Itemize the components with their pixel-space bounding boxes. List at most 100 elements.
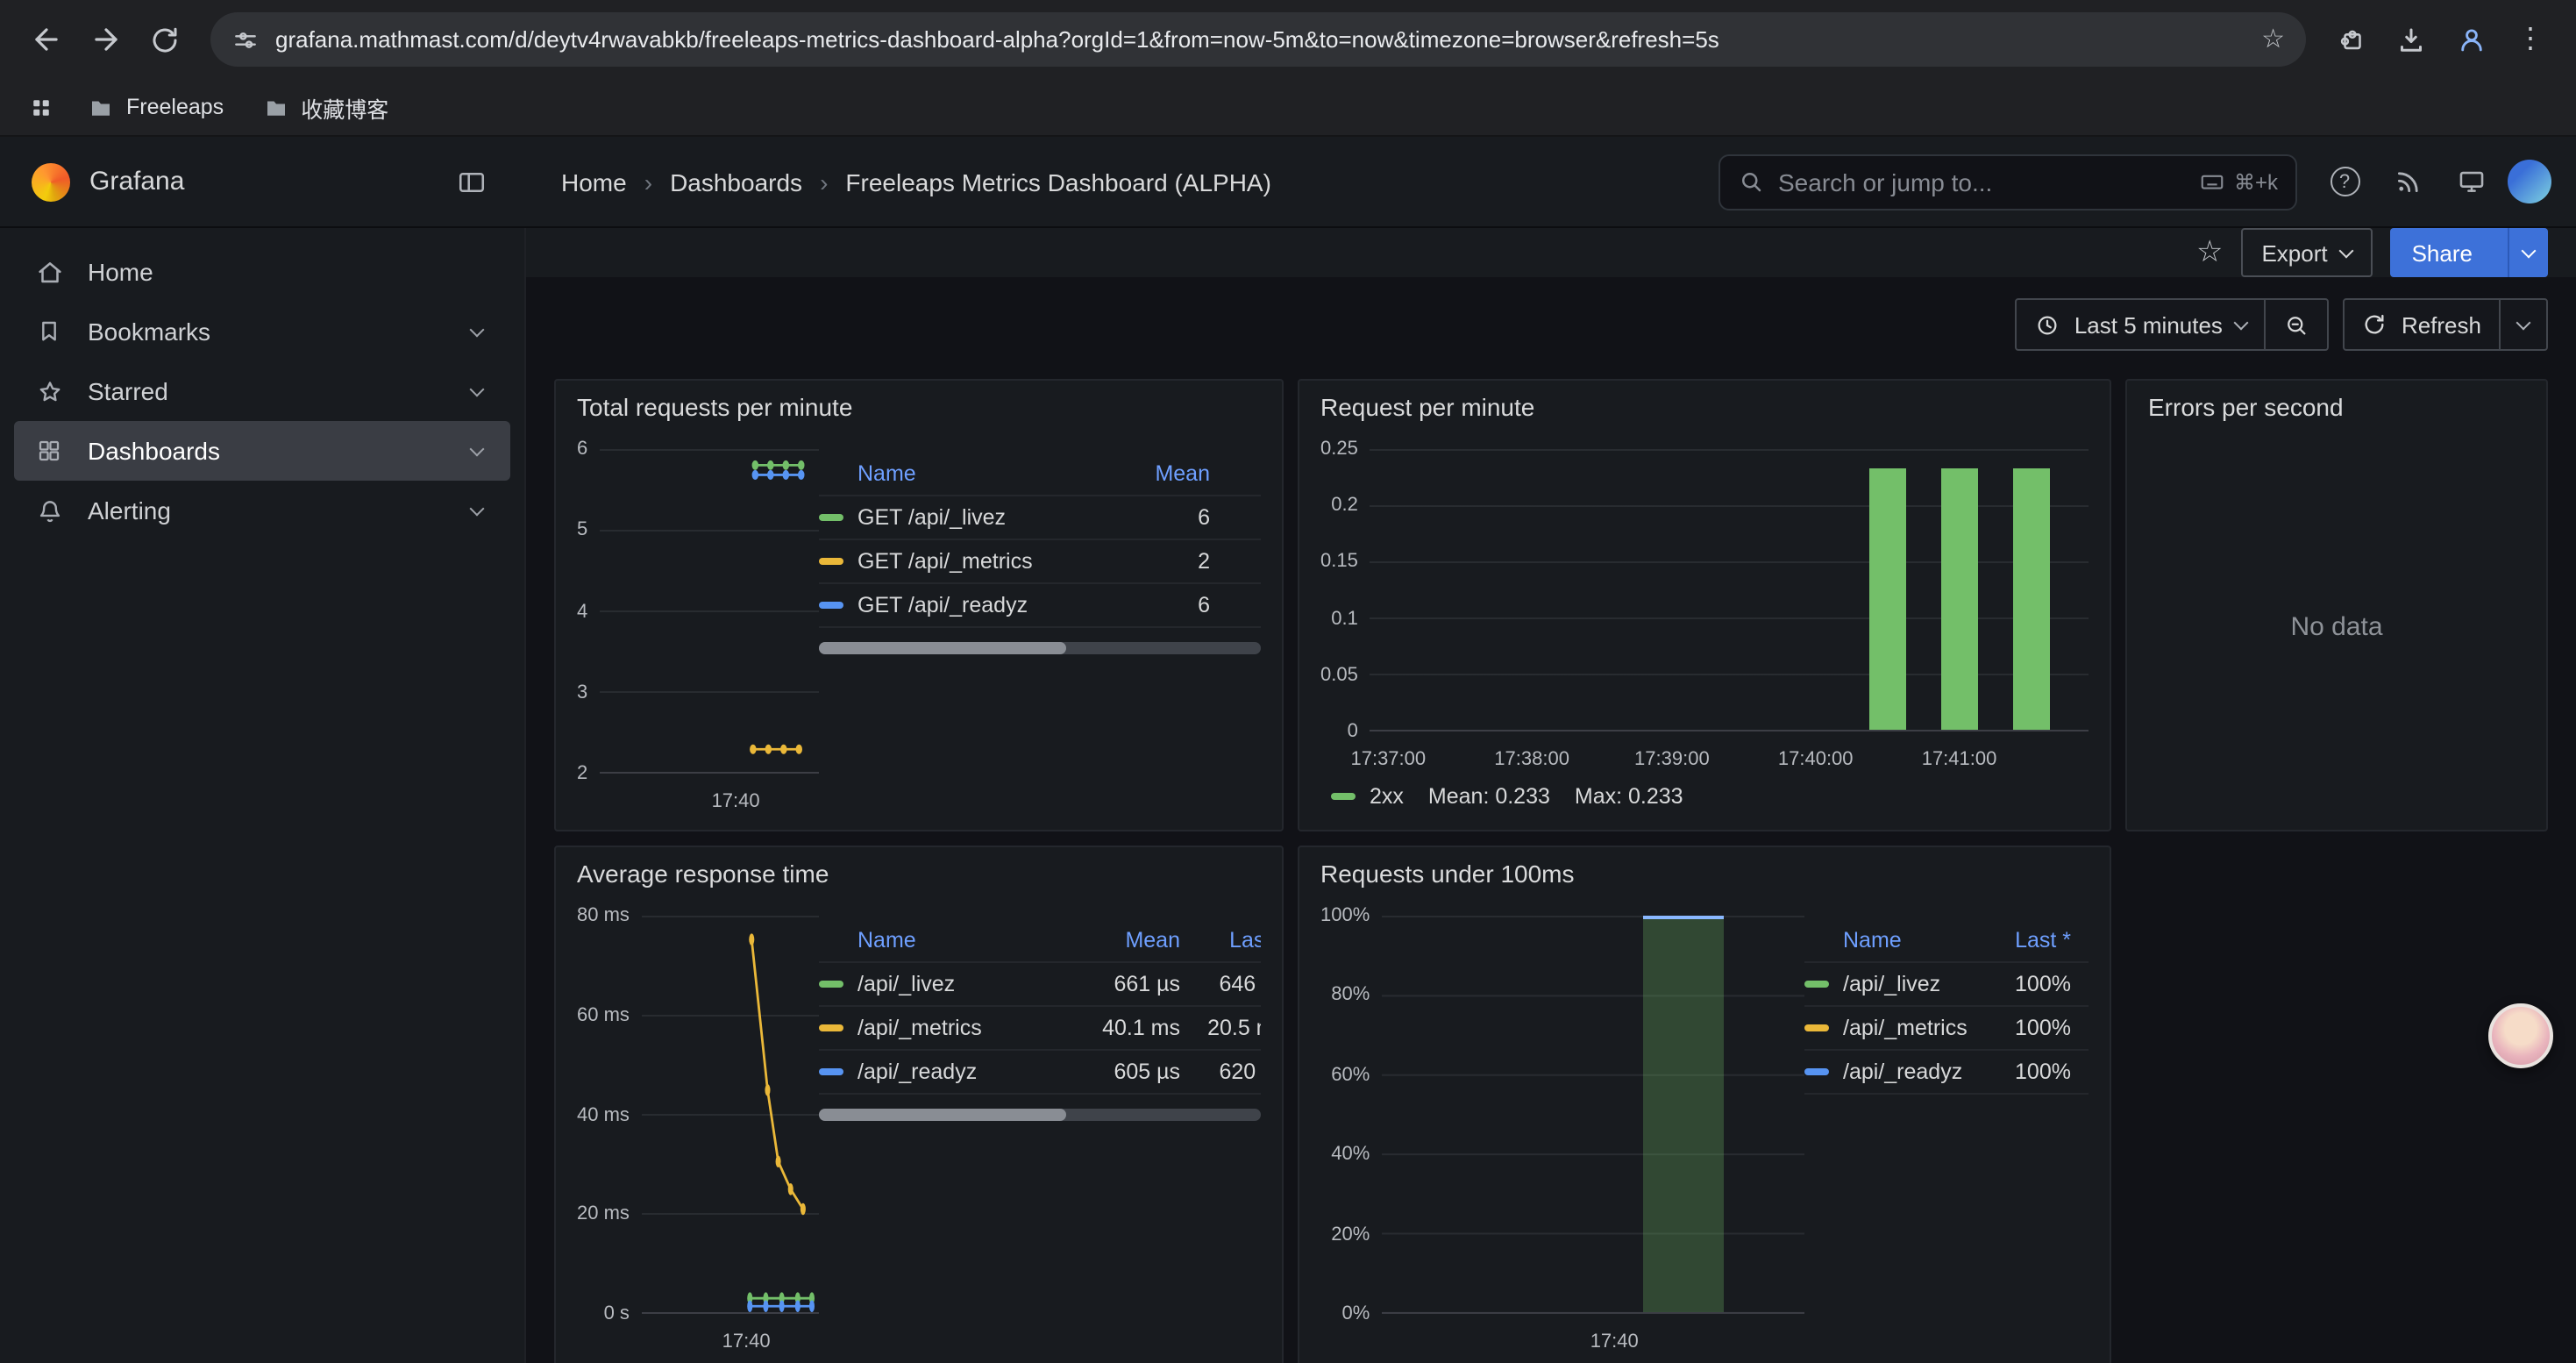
breadcrumb: Home › Dashboards › Freeleaps Metrics Da… — [561, 168, 1271, 196]
y-axis: 80 ms60 ms40 ms20 ms0 s — [577, 902, 630, 1324]
bar[interactable] — [1940, 468, 1978, 730]
legend-header-name[interactable]: Name — [819, 461, 1126, 486]
legend-header-mean[interactable]: Mean — [1082, 928, 1180, 953]
legend-header-mean[interactable]: Mean — [1126, 461, 1210, 486]
panel-title[interactable]: Requests under 100ms — [1299, 847, 2110, 891]
scrollbar-thumb[interactable] — [819, 642, 1066, 654]
panel-title[interactable]: Total requests per minute — [556, 381, 1282, 425]
y-axis: 65432 — [577, 435, 587, 784]
search-shortcut: ⌘+k — [2199, 168, 2278, 195]
chart-total-requests: 65432 17:40 — [577, 435, 819, 812]
reload-icon — [149, 24, 181, 55]
apps-grid-icon[interactable] — [18, 84, 63, 130]
sidebar-item-alerting[interactable]: Alerting — [14, 481, 510, 540]
chevron-down-icon[interactable] — [470, 501, 485, 516]
downloads-icon[interactable] — [2383, 11, 2439, 68]
topbar-brand-section: Grafana — [0, 155, 526, 208]
time-range-picker[interactable]: Last 5 minutes — [2017, 300, 2265, 349]
export-label: Export — [2261, 239, 2327, 266]
plot-area[interactable] — [600, 435, 819, 784]
rss-icon — [2393, 167, 2423, 196]
legend-row: /api/_metrics 100% — [1804, 1007, 2089, 1051]
dashboard-toolbar: ☆ Export Share — [526, 228, 2576, 277]
breadcrumb-separator-icon: › — [820, 168, 828, 196]
bookmark-item-freeleaps[interactable]: Freeleaps — [74, 87, 238, 127]
extensions-icon[interactable] — [2323, 11, 2380, 68]
legend: 2xx Mean: 0.233 Max: 0.233 — [1320, 770, 2089, 812]
search-input[interactable]: Search or jump to... ⌘+k — [1719, 153, 2297, 210]
bar[interactable] — [1644, 916, 1725, 1312]
panel-errors-per-second: Errors per second No data — [2125, 379, 2548, 831]
back-button[interactable] — [18, 11, 74, 68]
mega-menu-toggle[interactable] — [445, 155, 498, 208]
share-label[interactable]: Share — [2391, 228, 2494, 277]
breadcrumb-dashboards[interactable]: Dashboards — [670, 168, 802, 196]
reload-button[interactable] — [137, 11, 193, 68]
plot-area[interactable] — [642, 902, 819, 1324]
refresh-interval-picker[interactable] — [2499, 300, 2546, 349]
bookmarks-bar: Freeleaps 收藏博客 — [0, 79, 2576, 137]
favorite-star-button[interactable]: ☆ — [2196, 235, 2224, 270]
chevron-down-icon[interactable] — [470, 441, 485, 456]
panel-row-1: Total requests per minute 65432 17:40 — [554, 379, 2548, 831]
legend-scrollbar[interactable] — [819, 642, 1261, 654]
sidebar-item-bookmarks[interactable]: Bookmarks — [14, 302, 510, 361]
panel-grid: Total requests per minute 65432 17:40 — [526, 351, 2576, 1363]
site-info-icon[interactable] — [231, 25, 260, 54]
series-color-dash — [819, 1068, 843, 1075]
panel-title[interactable]: Request per minute — [1299, 381, 2110, 425]
omnibox[interactable]: grafana.mathmast.com/d/deytv4rwavabkb/fr… — [210, 12, 2306, 67]
grafana-topbar: Grafana Home › Dashboards › Freeleaps Me… — [0, 137, 2576, 228]
browser-profile-icon[interactable] — [2443, 11, 2499, 68]
bookmark-star-icon[interactable]: ☆ — [2261, 26, 2285, 53]
chevron-down-icon — [2516, 315, 2531, 330]
legend-scrollbar[interactable] — [819, 1109, 1261, 1121]
refresh-group: Refresh — [2344, 298, 2548, 351]
forward-button[interactable] — [77, 11, 133, 68]
x-axis: 17:40 — [600, 784, 819, 812]
chevron-down-icon[interactable] — [470, 382, 485, 396]
export-button[interactable]: Export — [2240, 228, 2373, 277]
panel-title[interactable]: Errors per second — [2127, 381, 2546, 425]
legend-header-last[interactable]: Last * — [1983, 928, 2071, 953]
scrollbar-thumb[interactable] — [819, 1109, 1066, 1121]
share-button[interactable]: Share — [2391, 228, 2548, 277]
sidebar-item-dashboards[interactable]: Dashboards — [14, 421, 510, 481]
help-button[interactable]: ? — [2318, 155, 2371, 208]
sidebar-item-home[interactable]: Home — [14, 242, 510, 302]
refresh-button[interactable]: Refresh — [2345, 300, 2499, 349]
panel-total-requests: Total requests per minute 65432 17:40 — [554, 379, 1284, 831]
sidebar-item-label: Starred — [88, 377, 168, 405]
browser-menu-icon[interactable]: ⋮ — [2502, 11, 2558, 68]
x-axis: 17:40 — [642, 1324, 819, 1352]
bookmark-item-blogs[interactable]: 收藏博客 — [248, 83, 402, 131]
chevron-down-icon — [2234, 315, 2249, 330]
floating-assistant-avatar[interactable] — [2488, 1003, 2553, 1068]
dashboards-grid-icon — [35, 437, 63, 465]
dashboard-main: ☆ Export Share Last 5 minutes — [526, 228, 2576, 1363]
url-text: grafana.mathmast.com/d/deytv4rwavabkb/fr… — [275, 26, 2245, 53]
user-avatar[interactable] — [2508, 160, 2551, 203]
breadcrumb-home[interactable]: Home — [561, 168, 627, 196]
zoom-out-button[interactable] — [2265, 300, 2328, 349]
news-button[interactable] — [2381, 155, 2434, 208]
sidebar-item-label: Bookmarks — [88, 318, 210, 346]
display-button[interactable] — [2444, 155, 2497, 208]
grid-icon — [27, 94, 53, 120]
panel-title[interactable]: Average response time — [556, 847, 1282, 891]
bar[interactable] — [2012, 468, 2050, 730]
plot-area[interactable] — [1370, 435, 2089, 742]
plot-area[interactable] — [1382, 902, 1804, 1324]
series-color-dash — [1331, 793, 1356, 800]
legend-header-last[interactable]: Last * — [1180, 928, 1261, 953]
legend-row: /api/_readyz 100% — [1804, 1051, 2089, 1095]
grafana-logo[interactable] — [32, 162, 70, 201]
sidebar-item-starred[interactable]: Starred — [14, 361, 510, 421]
chevron-down-icon[interactable] — [470, 322, 485, 337]
chevron-down-icon — [2339, 243, 2354, 258]
legend-header-name[interactable]: Name — [1804, 928, 1983, 953]
legend-header-name[interactable]: Name — [819, 928, 1082, 953]
bar[interactable] — [1868, 468, 1906, 730]
share-menu-toggle[interactable] — [2508, 228, 2548, 277]
legend-mean: Mean: 0.233 — [1428, 784, 1550, 809]
